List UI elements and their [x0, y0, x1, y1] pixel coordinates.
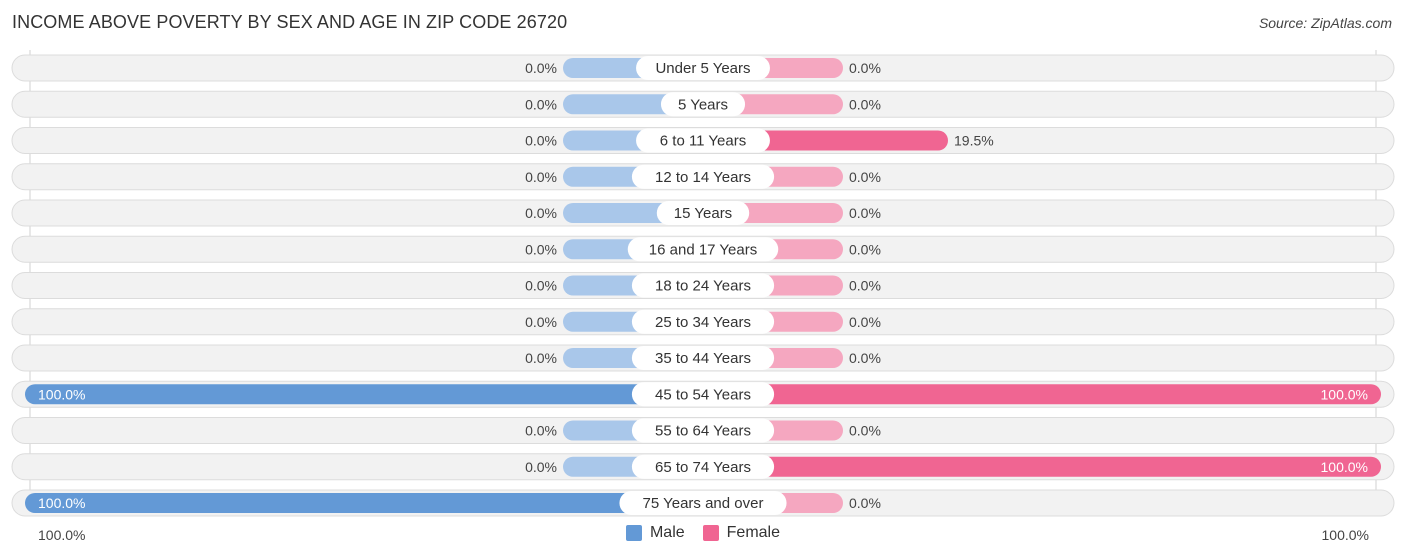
value-label-female: 100.0%: [1321, 459, 1368, 475]
value-label-female: 19.5%: [954, 133, 994, 149]
bar-row: 5 Years 0.0% 0.0%: [11, 90, 1395, 118]
value-label-male: 100.0%: [38, 386, 85, 402]
value-label-male: 0.0%: [525, 459, 557, 475]
category-label: 6 to 11 Years: [660, 133, 746, 150]
value-label-male: 0.0%: [525, 169, 557, 185]
value-label-female: 0.0%: [849, 314, 881, 330]
value-label-female: 0.0%: [849, 60, 881, 76]
legend-label-male: Male: [649, 524, 685, 541]
category-label: 16 and 17 Years: [649, 241, 757, 258]
value-label-female: 0.0%: [849, 278, 881, 294]
bar-row: 15 Years 0.0% 0.0%: [11, 199, 1395, 227]
value-label-male: 0.0%: [525, 205, 557, 221]
value-label-female: 0.0%: [849, 205, 881, 221]
bar-female: [703, 384, 1381, 405]
legend-item-female[interactable]: Female: [702, 524, 781, 542]
bar-row: 18 to 24 Years 0.0% 0.0%: [11, 272, 1395, 299]
value-label-male: 0.0%: [525, 96, 557, 112]
category-label: 55 to 64 Years: [655, 423, 751, 440]
value-label-male: 0.0%: [525, 133, 557, 149]
category-label: Under 5 Years: [655, 60, 750, 77]
legend-swatch-female: [702, 525, 719, 541]
legend-item-male[interactable]: Male: [625, 524, 685, 542]
category-label: 35 to 44 Years: [655, 350, 751, 367]
value-label-male: 0.0%: [525, 60, 557, 76]
legend: Male Female: [0, 524, 1406, 542]
category-label: 75 Years and over: [643, 495, 764, 512]
bar-row: 16 and 17 Years 0.0% 0.0%: [11, 235, 1395, 263]
category-label: 65 to 74 Years: [655, 459, 751, 476]
value-label-female: 0.0%: [849, 350, 881, 366]
value-label-male: 0.0%: [525, 423, 557, 439]
value-label-male: 0.0%: [525, 314, 557, 330]
bar-male: [25, 493, 703, 513]
category-label: 45 to 54 Years: [655, 386, 751, 403]
category-label: 25 to 34 Years: [655, 314, 751, 331]
category-label: 18 to 24 Years: [655, 278, 751, 295]
bar-row: 45 to 54 Years 100.0% 100.0%: [11, 380, 1395, 408]
value-label-female: 0.0%: [849, 423, 881, 439]
value-label-female: 0.0%: [849, 169, 881, 185]
bar-row: Under 5 Years 0.0% 0.0%: [11, 54, 1395, 82]
legend-swatch-male: [625, 525, 642, 541]
value-label-female: 0.0%: [849, 241, 881, 257]
value-label-male: 0.0%: [525, 241, 557, 257]
value-label-female: 0.0%: [849, 495, 881, 511]
bar-female: [703, 456, 1381, 477]
bar-row: 25 to 34 Years 0.0% 0.0%: [11, 308, 1395, 336]
value-label-female: 0.0%: [849, 96, 881, 112]
chart-area: Under 5 Years0.0% 0.0%5 Years0.0% 0.0%6 to…: [11, 50, 1395, 517]
bar-row: 55 to 64 Years 0.0% 0.0%: [11, 417, 1395, 444]
bar-row: 6 to 11 Years 0.0% 19.5%: [11, 127, 1395, 154]
value-label-male: 100.0%: [38, 495, 85, 511]
value-label-male: 0.0%: [525, 350, 557, 366]
category-label: 5 Years: [678, 96, 728, 113]
value-label-female: 100.0%: [1321, 386, 1368, 402]
bar-row: 75 Years and over 100.0% 0.0%: [11, 489, 1395, 517]
value-label-male: 0.0%: [525, 278, 557, 294]
bar-row: 12 to 14 Years 0.0% 0.0%: [11, 163, 1395, 191]
legend-label-female: Female: [726, 524, 781, 541]
bar-row: 65 to 74 Years 0.0% 100.0%: [11, 453, 1395, 481]
category-label: 12 to 14 Years: [655, 169, 751, 186]
bar-male: [25, 384, 703, 405]
bar-row: 35 to 44 Years 0.0% 0.0%: [11, 344, 1395, 372]
category-label: 15 Years: [674, 205, 732, 222]
